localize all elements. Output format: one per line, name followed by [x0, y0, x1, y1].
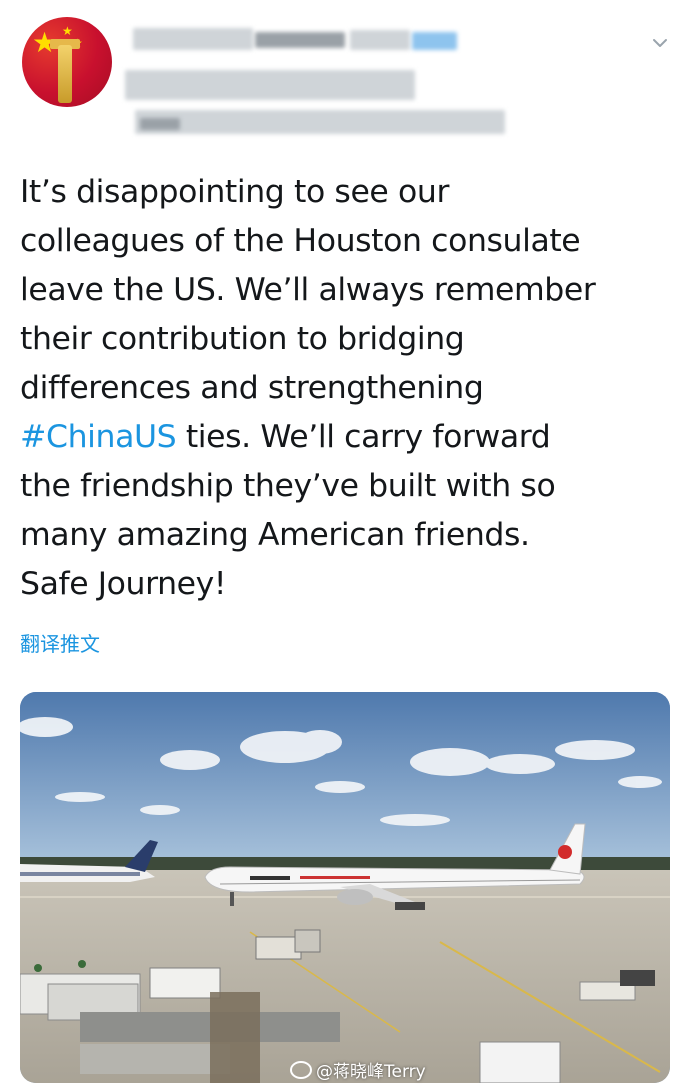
watermark-text: @蒋晓峰Terry: [316, 1062, 426, 1082]
chevron-down-icon[interactable]: [650, 33, 670, 53]
airport-photo: [20, 692, 670, 1083]
pillar-icon: [58, 45, 72, 103]
tweet-line: It’s disappointing to see our: [20, 174, 450, 210]
tweet-line: many amazing American friends.: [20, 517, 530, 553]
tweet-line: leave the US. We’ll always remember: [20, 272, 596, 308]
tweet-line: colleagues of the Houston consulate: [20, 223, 581, 259]
hashtag-link[interactable]: #ChinaUS: [20, 419, 177, 455]
weibo-logo-icon: [290, 1061, 312, 1079]
tweet-line: #ChinaUS ties. We’ll carry forward: [20, 413, 670, 462]
translate-tweet-link[interactable]: 翻译推文: [20, 630, 100, 658]
tweet-line: their contribution to bridging: [20, 321, 465, 357]
tweet-line: differences and strengthening: [20, 370, 484, 406]
avatar[interactable]: ★ ★ ★: [22, 17, 112, 107]
tweet-line: Safe Journey!: [20, 566, 227, 602]
tweet-line: the friendship they’ve built with so: [20, 468, 556, 504]
weibo-watermark: @蒋晓峰Terry: [290, 1060, 426, 1084]
tweet-text: It’s disappointing to see our colleagues…: [20, 168, 670, 609]
tweet-line-tail: ties. We’ll carry forward: [176, 419, 551, 455]
tweet-photo[interactable]: [20, 692, 670, 1083]
